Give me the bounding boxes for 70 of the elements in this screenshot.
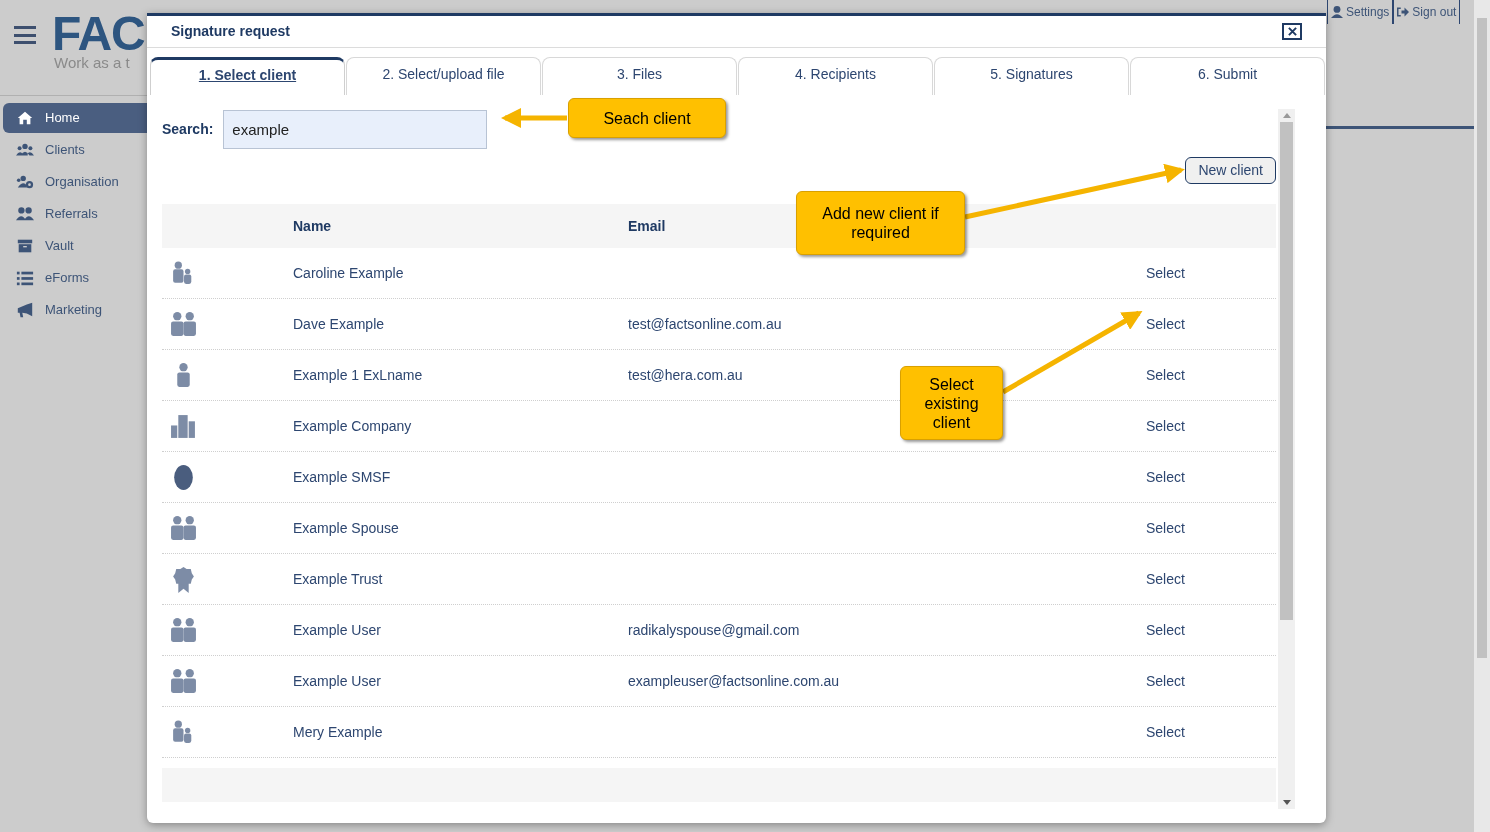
name-cell: Example Company <box>293 417 412 434</box>
new-client-button[interactable]: New client <box>1185 157 1276 184</box>
name-cell: Example Trust <box>293 570 383 587</box>
buildings-icon <box>170 412 197 440</box>
sidebar-item[interactable]: Vault <box>3 231 147 261</box>
dialog-title: Signature request <box>171 22 291 41</box>
sidebar-item[interactable]: Referrals <box>3 199 147 229</box>
sign-out-icon <box>1397 6 1410 18</box>
name-cell: Example Spouse <box>293 519 399 536</box>
sidebar-item[interactable]: Clients <box>3 135 147 165</box>
name-cell: Example User <box>293 621 381 638</box>
name-cell: Example 1 ExLname <box>293 366 423 383</box>
select-link[interactable]: Select <box>1146 570 1185 587</box>
step-tab[interactable]: 2. Select/upload file <box>346 57 541 95</box>
email-cell: test@hera.com.au <box>628 366 743 383</box>
name-cell: Mery Example <box>293 723 383 740</box>
tagline: Work as a t <box>54 53 130 73</box>
select-link[interactable]: Select <box>1146 264 1185 281</box>
step-tab[interactable]: 5. Signatures <box>934 57 1129 95</box>
sidebar-item[interactable]: Marketing <box>3 295 147 325</box>
name-cell: Dave Example <box>293 315 385 332</box>
rosette-icon <box>170 565 197 593</box>
column-header: Email <box>628 217 666 234</box>
callout: Select existing client <box>900 366 1003 440</box>
megaphone-icon <box>15 301 35 319</box>
callout: Add new client if required <box>796 191 965 255</box>
sidebar-item[interactable]: Home <box>3 103 147 133</box>
select-link[interactable]: Select <box>1146 519 1185 536</box>
scroll-down-icon[interactable] <box>1282 800 1291 805</box>
callout: Seach client <box>568 98 726 138</box>
two-people-icon <box>170 514 197 542</box>
select-link[interactable]: Select <box>1146 468 1185 485</box>
select-link[interactable]: Select <box>1146 366 1185 383</box>
search-field[interactable]: example <box>223 109 488 149</box>
archive-box-icon <box>15 237 35 255</box>
select-link[interactable]: Select <box>1146 723 1185 740</box>
user-icon <box>1331 6 1343 18</box>
callout-arrow <box>501 108 567 128</box>
email-cell: exampleuser@factsonline.com.au <box>628 672 840 689</box>
select-link[interactable]: Select <box>1146 315 1185 332</box>
top-link[interactable]: Sign out <box>1393 0 1461 24</box>
sidebar-item[interactable]: Organisation <box>3 167 147 197</box>
two-people-icon <box>170 310 197 338</box>
close-icon <box>1287 27 1297 36</box>
scrollbar[interactable] <box>1278 109 1295 809</box>
select-link[interactable]: Select <box>1146 621 1185 638</box>
sidebar-item[interactable]: eForms <box>3 263 147 293</box>
close-button[interactable] <box>1282 23 1302 40</box>
select-link[interactable]: Select <box>1146 672 1185 689</box>
people-icon <box>15 205 35 223</box>
select-link[interactable]: Select <box>1146 417 1185 434</box>
step-tab[interactable]: 3. Files <box>542 57 737 95</box>
two-people-icon <box>170 667 197 695</box>
two-people-icon <box>170 616 197 644</box>
people-gear-icon <box>15 173 35 191</box>
name-cell: Example SMSF <box>293 468 391 485</box>
email-cell: radikalyspouse@gmail.com <box>628 621 800 638</box>
home-icon <box>15 109 35 127</box>
name-cell: Caroline Example <box>293 264 404 281</box>
step-tab[interactable]: 4. Recipients <box>738 57 933 95</box>
top-link[interactable]: Settings <box>1327 0 1394 24</box>
page-scrollbar[interactable] <box>1474 0 1490 832</box>
column-header: Name <box>293 217 332 234</box>
list-icon <box>15 269 35 287</box>
search-label: Search: <box>162 119 214 139</box>
email-cell: test@factsonline.com.au <box>628 315 782 332</box>
menu-icon[interactable] <box>14 26 36 44</box>
name-cell: Example User <box>293 672 381 689</box>
step-tab[interactable]: 6. Submit <box>1130 57 1325 95</box>
step-tab[interactable]: 1. Select client <box>150 57 345 95</box>
